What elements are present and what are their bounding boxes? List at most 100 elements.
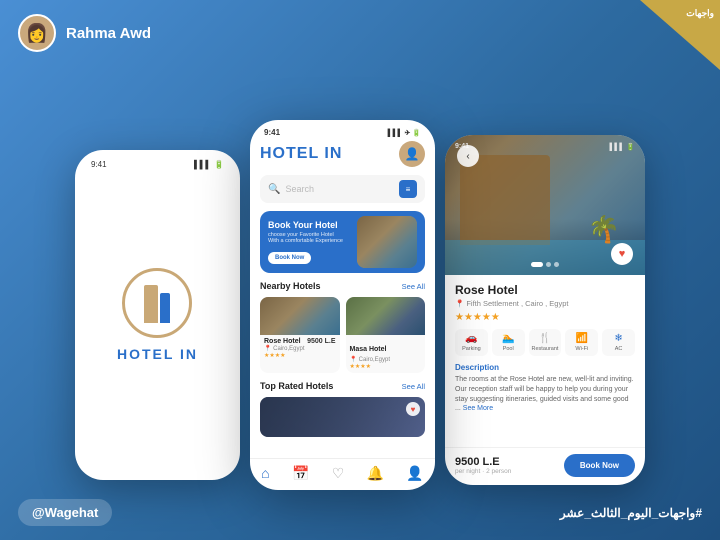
user-info: 👩 Rahma Awd [18,14,151,52]
filter-icon: ≡ [406,185,411,194]
hero-image [357,216,417,268]
ac-icon: ❄ [614,333,622,344]
wifi-label: Wi-Fi [575,346,588,352]
status-icons-left: ▌▌▌ 🔋 [194,160,224,169]
phone-middle: 9:41 ▌▌▌ ✈ 🔋 HOTEL IN 👤 🔍 Search ≡ [250,120,435,490]
hotel-2-image [346,297,426,335]
top-rated-see-all[interactable]: See All [402,382,425,391]
ac-label: AC [615,346,623,352]
hero-title: Book Your Hotel [268,220,357,231]
app-header: HOTEL IN 👤 [260,141,425,167]
nearby-section-header: Nearby Hotels See All [260,281,425,291]
phone-right: 9:41 ▌▌▌ 🔋 🌴 ‹ ♥ Rose Hotel 📍 Fifth Sett… [445,135,645,485]
nearby-hotel-2[interactable]: Masa Hotel 📍 Cairo,Egypt ★★★★ [346,297,426,373]
phone-content: HOTEL IN 👤 🔍 Search ≡ Book Your Hotel ch… [250,141,435,458]
amenity-ac: ❄ AC [602,329,635,356]
phone-left: 9:41 ▌▌▌ 🔋 HOTEL IN [75,150,240,480]
hotel-1-image [260,297,340,335]
top-rated-title: Top Rated Hotels [260,381,333,391]
hotel-2-stars: ★★★★ [350,363,422,370]
bottom-bar: @Wagehat #واجهات_اليوم_الثالث_عشر [18,499,702,526]
hero-subtitle: choose your Favorite HotelWith a comfort… [268,232,357,244]
detail-location: 📍 Fifth Settlement , Cairo , Egypt [455,299,635,308]
hero-text: Book Your Hotel choose your Favorite Hot… [268,220,357,265]
detail-heart-icon[interactable]: ♥ [611,243,633,265]
dot-1 [531,262,543,267]
amenity-parking: 🚗 Parking [455,329,488,356]
user-name: Rahma Awd [66,25,151,42]
hotel-2-info: Masa Hotel 📍 Cairo,Egypt ★★★★ [346,335,426,373]
location-pin-icon: 📍 [455,299,464,308]
search-placeholder: Search [285,184,394,194]
parking-label: Parking [462,346,481,352]
status-icons-middle: ▌▌▌ ✈ 🔋 [388,128,421,137]
wifi-icon: 📶 [576,333,588,344]
top-bar: 👩 Rahma Awd [18,14,702,52]
app-title: HOTEL IN [260,145,342,163]
top-rated-heart-icon[interactable]: ♥ [406,402,420,416]
amenities-row: 🚗 Parking 🏊 Pool 🍴 Restaurant 📶 Wi-Fi ❄ [455,329,635,356]
building-left [144,285,158,323]
hotel-logo-building [132,278,182,323]
pool-label: Pool [503,346,514,352]
detail-building [460,155,550,245]
handle-tag: @Wagehat [18,499,112,526]
hotel-1-name: Rose Hotel [264,338,301,345]
amenity-wifi: 📶 Wi-Fi [565,329,598,356]
back-button[interactable]: ‹ [457,145,479,167]
building-right [160,293,170,323]
nav-heart-icon[interactable]: ♡ [332,465,345,482]
search-icon: 🔍 [268,184,280,195]
amenity-restaurant: 🍴 Restaurant [529,329,562,356]
hotel-1-info: Rose Hotel 9500 L.E 📍 Cairo,Egypt ★★★★ [260,335,340,362]
nav-home-icon[interactable]: ⌂ [261,465,269,482]
avatar-middle[interactable]: 👤 [399,141,425,167]
nearby-title: Nearby Hotels [260,281,321,291]
pool-icon: 🏊 [502,333,514,344]
top-rated-header: Top Rated Hotels See All [260,381,425,391]
detail-stars: ★★★★★ [455,312,635,323]
top-rated-overlay [260,397,425,437]
phones-container: 9:41 ▌▌▌ 🔋 HOTEL IN 9:41 ▌▌▌ ✈ � [50,60,670,490]
hotel-logo-area: HOTEL IN [117,268,198,362]
detail-dots [531,262,559,267]
bottom-nav: ⌂ 📅 ♡ 🔔 👤 [250,458,435,490]
hotel-logo-circle [122,268,192,338]
price-per: per night · 2 person [455,468,511,475]
parking-icon: 🚗 [465,333,477,344]
hotel-1-stars: ★★★★ [264,352,336,359]
status-bar-middle: 9:41 ▌▌▌ ✈ 🔋 [250,120,435,141]
time-left: 9:41 [91,160,107,169]
top-rated-card[interactable]: ♥ [260,397,425,437]
detail-content: Rose Hotel 📍 Fifth Settlement , Cairo , … [445,275,645,447]
see-more-link[interactable]: See More [463,405,493,412]
nearby-hotel-1[interactable]: Rose Hotel 9500 L.E 📍 Cairo,Egypt ★★★★ [260,297,340,373]
book-now-button[interactable]: Book Now [564,454,635,477]
price-area: 9500 L.E per night · 2 person [455,456,511,475]
hotel-1-location: 📍 Cairo,Egypt [264,345,336,352]
description-title: Description [455,363,635,372]
hotel-1-price: 9500 L.E [307,338,335,345]
detail-footer: 9500 L.E per night · 2 person Book Now [445,447,645,485]
nearby-row: Rose Hotel 9500 L.E 📍 Cairo,Egypt ★★★★ [260,297,425,373]
hero-book-button[interactable]: Book Now [268,252,311,264]
hero-banner: Book Your Hotel choose your Favorite Hot… [260,211,425,273]
nearby-see-all[interactable]: See All [402,282,425,291]
dot-3 [554,262,559,267]
amenity-pool: 🏊 Pool [492,329,525,356]
description-text: The rooms at the Rose Hotel are new, wel… [455,375,635,414]
detail-hero: 9:41 ▌▌▌ 🔋 🌴 ‹ ♥ [445,135,645,275]
hashtag-text: #واجهات_اليوم_الثالث_عشر [560,506,702,520]
hotel-logo-text: HOTEL IN [117,346,198,362]
nav-profile-icon[interactable]: 👤 [406,465,423,482]
nav-bell-icon[interactable]: 🔔 [367,465,384,482]
restaurant-icon: 🍴 [539,333,551,344]
hotel-2-name: Masa Hotel [350,346,387,353]
time-middle: 9:41 [264,128,280,137]
price-value: 9500 L.E [455,456,511,468]
filter-button[interactable]: ≡ [399,180,417,198]
restaurant-label: Restaurant [532,346,559,352]
nav-calendar-icon[interactable]: 📅 [292,465,309,482]
search-bar[interactable]: 🔍 Search ≡ [260,175,425,203]
hotel-logo-inner [132,278,182,328]
